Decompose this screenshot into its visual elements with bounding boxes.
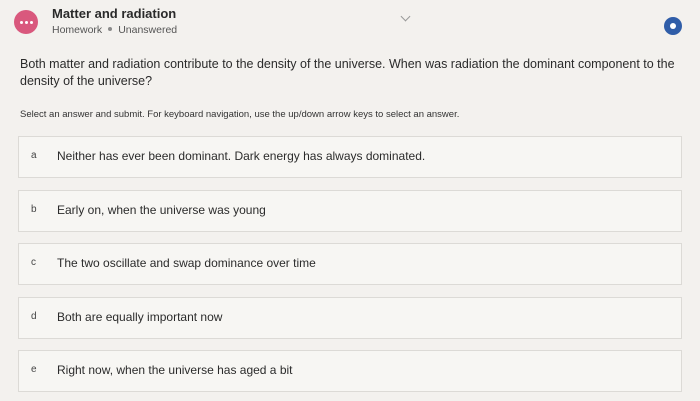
- assignment-title: Matter and radiation: [52, 6, 177, 21]
- assignment-meta: Homework Unanswered: [52, 24, 177, 36]
- more-options-icon[interactable]: [14, 10, 38, 34]
- question-text: Both matter and radiation contribute to …: [20, 57, 675, 88]
- settings-icon[interactable]: [664, 17, 682, 35]
- option-text: Right now, when the universe has aged a …: [57, 363, 293, 377]
- chevron-down-icon[interactable]: [400, 11, 411, 22]
- option-letter: e: [31, 364, 37, 375]
- answer-option-e[interactable]: e Right now, when the universe has aged …: [18, 350, 682, 392]
- header: Matter and radiation Homework Unanswered: [0, 0, 700, 44]
- option-text: Both are equally important now: [57, 310, 223, 324]
- option-letter: b: [31, 204, 37, 215]
- option-text: The two oscillate and swap dominance ove…: [57, 256, 316, 270]
- separator-dot: [108, 27, 113, 32]
- option-text: Early on, when the universe was young: [57, 203, 266, 217]
- option-letter: c: [31, 257, 36, 268]
- answer-option-a[interactable]: a Neither has ever been dominant. Dark e…: [18, 136, 682, 178]
- option-letter: d: [31, 311, 37, 322]
- status-label: Unanswered: [118, 24, 178, 36]
- answer-option-b[interactable]: b Early on, when the universe was young: [18, 190, 682, 232]
- instructions-text: Select an answer and submit. For keyboar…: [20, 109, 460, 120]
- assignment-type: Homework: [52, 24, 103, 36]
- answer-option-c[interactable]: c The two oscillate and swap dominance o…: [18, 243, 682, 285]
- option-text: Neither has ever been dominant. Dark ene…: [57, 149, 426, 163]
- option-letter: a: [31, 150, 37, 161]
- answer-option-d[interactable]: d Both are equally important now: [18, 297, 682, 339]
